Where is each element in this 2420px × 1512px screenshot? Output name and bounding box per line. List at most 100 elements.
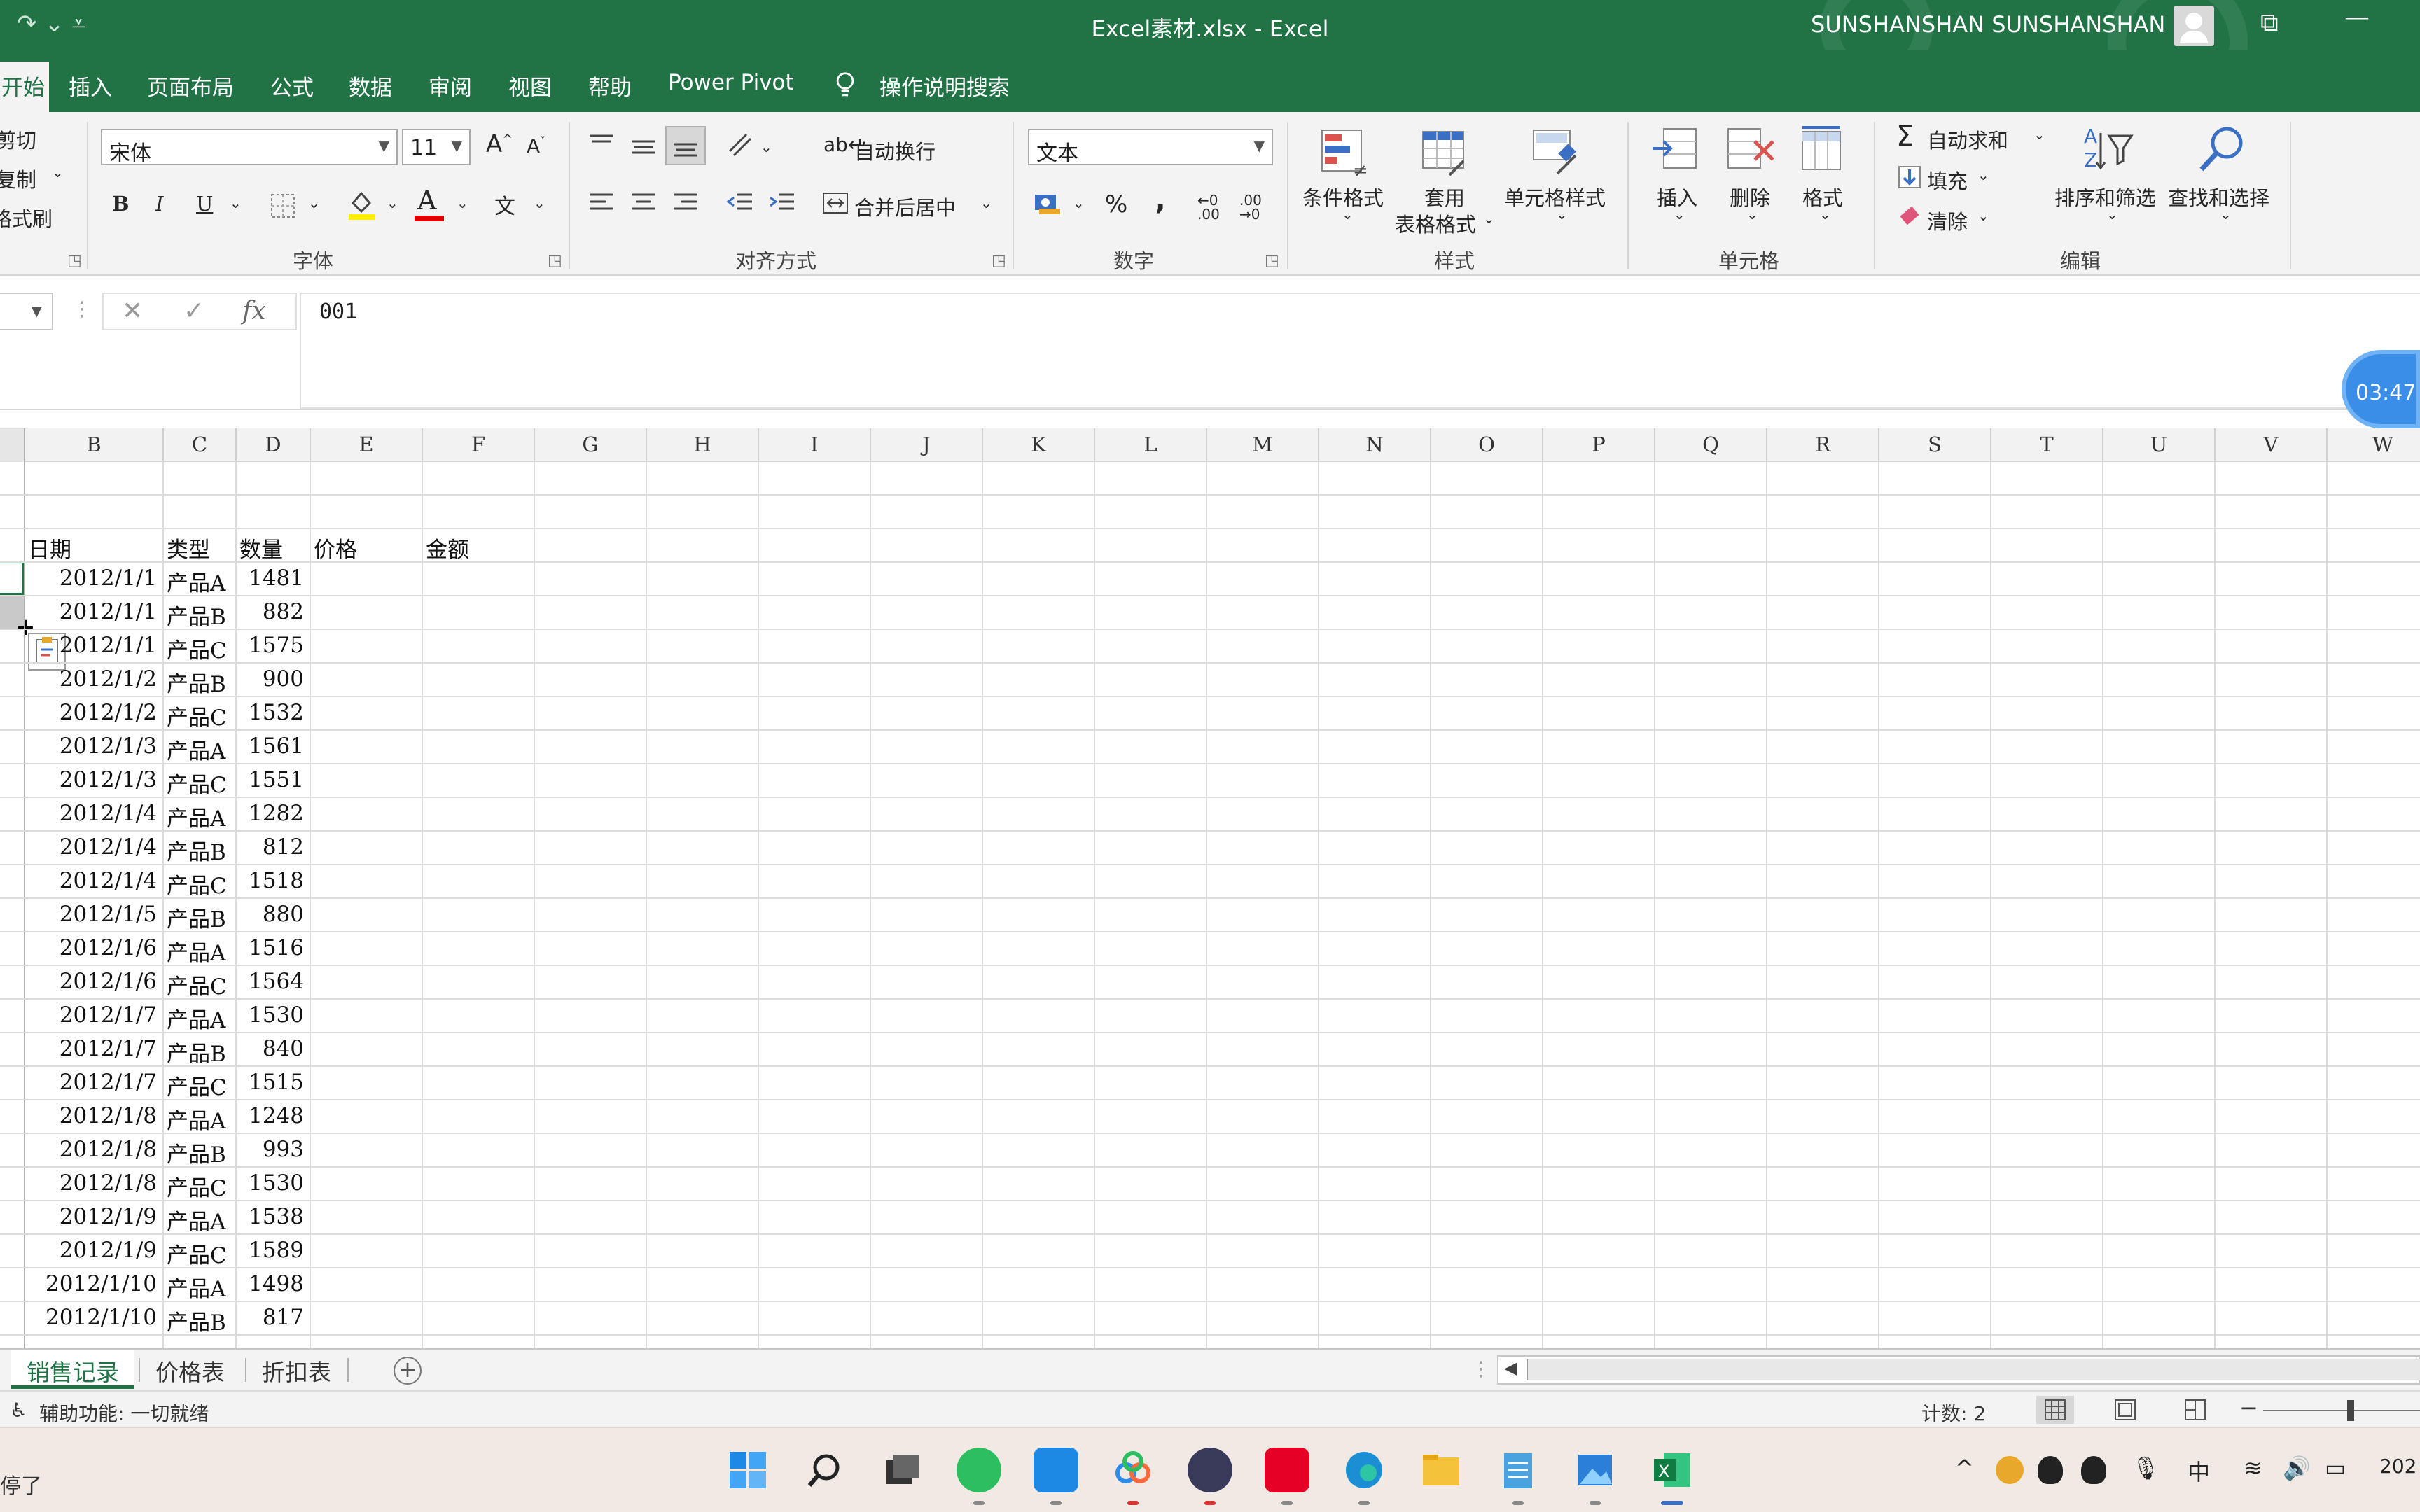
table-cell-number[interactable]: 2012/1/7 (28, 1033, 162, 1067)
chevron-down-icon[interactable]: ⌄ (1483, 210, 1495, 227)
insert-function-icon[interactable]: fx (242, 297, 266, 326)
borders-icon[interactable] (269, 192, 297, 220)
tab-insert[interactable]: 插入 (69, 70, 112, 102)
zoom-slider[interactable] (2263, 1410, 2420, 1411)
column-header-12[interactable]: M (1207, 428, 1319, 462)
increase-decimal-icon[interactable]: ←0.00 (1197, 193, 1220, 221)
horizontal-scrollbar[interactable]: ◀ (1497, 1355, 2420, 1385)
grow-font-icon[interactable]: A^ (486, 130, 513, 158)
table-cell[interactable]: 产品B (167, 596, 235, 630)
table-cell[interactable]: 价格 (314, 529, 422, 563)
table-cell-number[interactable]: 1282 (239, 798, 310, 832)
chevron-down-icon[interactable]: ⌄ (2033, 126, 2045, 143)
autosum-icon[interactable]: Σ (1896, 120, 1914, 153)
fill-button[interactable]: 填充 (1927, 165, 1968, 195)
file-explorer-icon[interactable] (1419, 1448, 1463, 1492)
find-select-icon[interactable] (2195, 122, 2251, 178)
table-cell-number[interactable]: 2012/1/6 (28, 932, 162, 966)
page-break-view-button[interactable] (2176, 1396, 2214, 1424)
table-cell[interactable]: 产品A (167, 1000, 235, 1033)
name-box[interactable]: ▼ (0, 293, 53, 330)
table-cell[interactable]: 产品C (167, 697, 235, 731)
chevron-down-icon[interactable]: ⌄ (1674, 206, 1685, 223)
dialog-launcher-icon[interactable]: ◳ (67, 252, 82, 270)
table-cell[interactable]: 产品A (167, 1201, 235, 1235)
clear-button[interactable]: 清除 (1927, 206, 1968, 235)
table-cell[interactable]: 产品A (167, 731, 235, 764)
table-cell[interactable]: 产品C (167, 865, 235, 899)
recorder-app-icon[interactable] (1188, 1448, 1232, 1492)
tab-view[interactable]: 视图 (508, 70, 552, 102)
table-cell-number[interactable]: 2012/1/1 (28, 596, 162, 630)
column-header-20[interactable]: U (2103, 428, 2216, 462)
table-cell-number[interactable]: 817 (239, 1302, 310, 1336)
table-cell-number[interactable]: 2012/1/10 (28, 1302, 162, 1336)
chevron-down-icon[interactable]: ⌄ (980, 195, 992, 211)
chevron-down-icon[interactable]: ⌄ (1977, 207, 1989, 224)
volume-icon[interactable]: 🔊 (2283, 1455, 2311, 1481)
chevron-down-icon[interactable]: ⌄ (1556, 206, 1568, 223)
table-cell-number[interactable]: 2012/1/4 (28, 832, 162, 865)
table-cell-number[interactable]: 1589 (239, 1235, 310, 1268)
table-format-icon[interactable] (1419, 126, 1472, 179)
chevron-down-icon[interactable]: ⌄ (1819, 206, 1831, 223)
column-header-21[interactable]: V (2216, 428, 2328, 462)
normal-view-button[interactable] (2036, 1396, 2074, 1424)
column-header-7[interactable]: H (647, 428, 759, 462)
table-cell-number[interactable]: 2012/1/4 (28, 865, 162, 899)
scroll-left-icon[interactable]: ◀ (1504, 1358, 1517, 1378)
table-cell-number[interactable]: 840 (239, 1033, 310, 1067)
conditional-format-icon[interactable]: ≠ (1318, 126, 1371, 179)
table-cell-number[interactable]: 1498 (239, 1268, 310, 1302)
table-cell-number[interactable]: 2012/1/8 (28, 1168, 162, 1201)
zoom-slider-thumb[interactable] (2347, 1400, 2354, 1421)
table-cell-number[interactable]: 2012/1/3 (28, 764, 162, 798)
tab-page-layout[interactable]: 页面布局 (147, 70, 234, 102)
table-cell[interactable]: 产品A (167, 798, 235, 832)
baidu-netdisk-icon[interactable] (1111, 1448, 1155, 1492)
column-header-15[interactable]: P (1543, 428, 1655, 462)
qq-icon[interactable] (2038, 1456, 2063, 1484)
selected-cell-a-row[interactable] (0, 561, 24, 595)
column-header-4[interactable]: E (311, 428, 423, 462)
chevron-down-icon[interactable]: ⌄ (2220, 206, 2232, 223)
table-cell[interactable]: 类型 (167, 529, 235, 563)
table-cell-number[interactable]: 1530 (239, 1168, 310, 1201)
table-cell-number[interactable]: 2012/1/9 (28, 1201, 162, 1235)
ribbon-display-icon[interactable]: ⧉ (2260, 8, 2279, 38)
table-cell[interactable]: 产品C (167, 630, 235, 664)
align-center-icon[interactable] (629, 190, 658, 216)
table-cell-number[interactable]: 1564 (239, 966, 310, 1000)
table-cell-number[interactable]: 2012/1/8 (28, 1100, 162, 1134)
copy-button[interactable]: 复制 (0, 164, 36, 193)
tab-review[interactable]: 审阅 (429, 70, 472, 102)
table-format-button-line2[interactable]: 表格格式 (1395, 209, 1476, 238)
fill-color-icon[interactable] (346, 188, 378, 221)
autosum-button[interactable]: 自动求和 (1927, 125, 2008, 154)
dialog-launcher-icon[interactable]: ◳ (548, 252, 562, 270)
chevron-down-icon[interactable]: ⌄ (1977, 167, 1989, 183)
column-header-14[interactable]: O (1431, 428, 1543, 462)
column-header-10[interactable]: K (983, 428, 1095, 462)
tab-home[interactable]: 开始 (0, 62, 49, 112)
column-header-9[interactable]: J (871, 428, 983, 462)
table-cell-number[interactable]: 1532 (239, 697, 310, 731)
table-cell-number[interactable]: 1516 (239, 932, 310, 966)
table-cell-number[interactable]: 812 (239, 832, 310, 865)
delete-cells-icon[interactable] (1724, 125, 1777, 178)
table-cell[interactable]: 产品C (167, 966, 235, 1000)
align-left-icon[interactable] (587, 190, 616, 216)
table-cell-number[interactable]: 1561 (239, 731, 310, 764)
minimize-icon[interactable]: — (2344, 3, 2370, 31)
chevron-down-icon[interactable]: ⌄ (52, 164, 64, 181)
table-cell-number[interactable]: 993 (239, 1134, 310, 1168)
table-cell-number[interactable]: 2012/1/7 (28, 1000, 162, 1033)
windows-start-icon[interactable] (725, 1448, 770, 1492)
italic-button[interactable]: I (155, 192, 163, 216)
insert-cells-icon[interactable] (1650, 125, 1703, 178)
qq-icon[interactable] (2081, 1456, 2106, 1484)
formula-input[interactable]: 001 (300, 293, 2420, 409)
cell-styles-button[interactable]: 单元格样式 (1504, 182, 1606, 211)
table-cell-number[interactable]: 2012/1/6 (28, 966, 162, 1000)
photos-icon[interactable] (1573, 1448, 1618, 1492)
